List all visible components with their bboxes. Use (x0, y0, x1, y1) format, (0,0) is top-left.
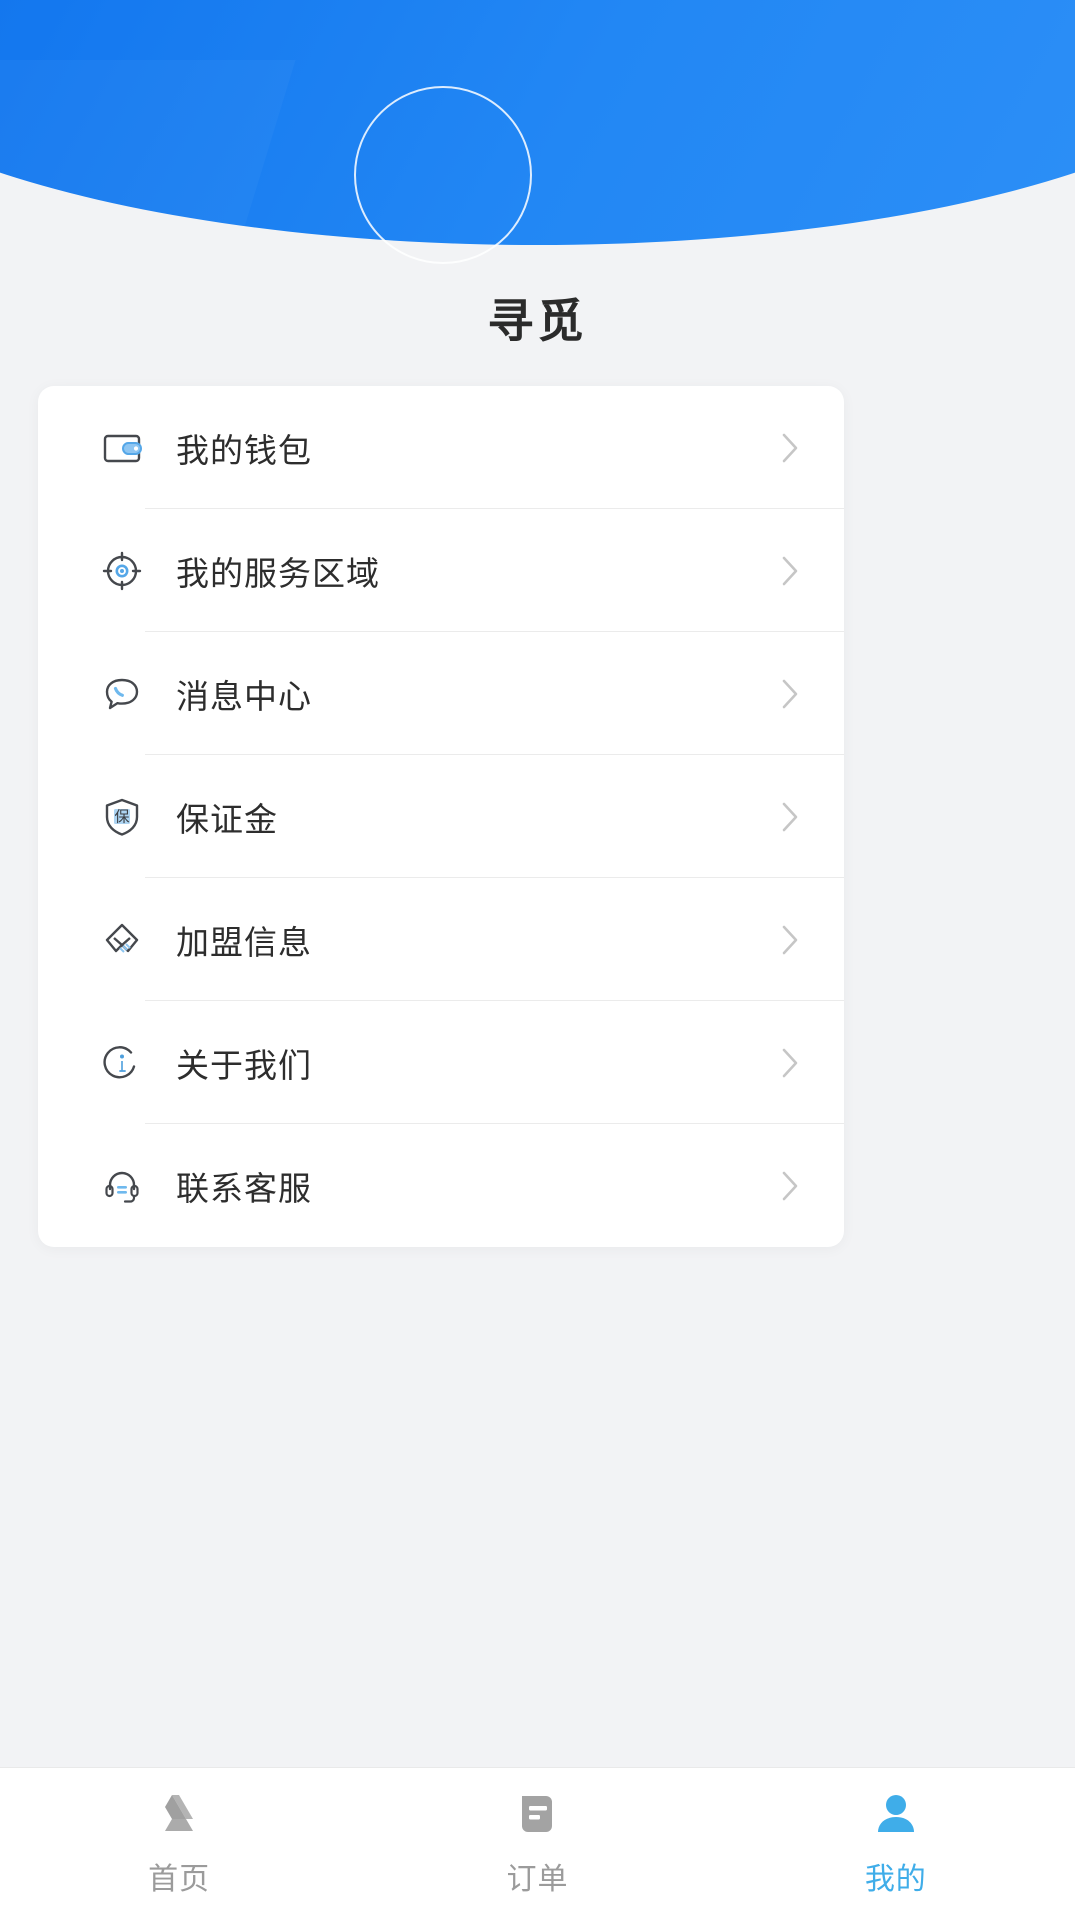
tab-label: 我的 (864, 1862, 927, 1896)
app-screen: 寻觅 我的钱包 我的服务区域 消息中心 保 保证金 加盟信息 关于我们 联系客服… (0, 0, 1075, 1915)
menu-item-label: 联系客服 (176, 1169, 312, 1207)
header-banner (0, 0, 1075, 430)
chevron-right-icon (782, 802, 798, 831)
person-icon (868, 1786, 924, 1842)
menu-item-service-area[interactable]: 我的服务区域 (38, 509, 844, 632)
document-icon (509, 1786, 565, 1842)
chat-bubble-icon (100, 672, 144, 716)
chevron-right-icon (782, 925, 798, 954)
target-icon (100, 549, 144, 593)
handshake-icon (100, 918, 144, 962)
menu-item-franchise[interactable]: 加盟信息 (38, 878, 844, 1001)
menu-item-about-us[interactable]: 关于我们 (38, 1001, 844, 1124)
info-icon (100, 1041, 144, 1085)
header-blue-curve (0, 0, 1075, 245)
shield-bao-icon: 保 (100, 795, 144, 839)
tab-mine[interactable]: 我的 (717, 1768, 1075, 1915)
chevron-right-icon (782, 679, 798, 708)
chevron-right-icon (782, 1171, 798, 1200)
svg-text:保: 保 (114, 808, 129, 825)
tab-orders[interactable]: 订单 (358, 1768, 716, 1915)
menu-item-label: 消息中心 (176, 677, 312, 715)
menu-item-label: 我的钱包 (176, 431, 312, 469)
home-triangle-icon (151, 1786, 207, 1842)
menu-item-label: 加盟信息 (176, 923, 312, 961)
menu-item-label: 关于我们 (176, 1046, 312, 1084)
page-title: 寻觅 (487, 295, 588, 347)
headset-icon (100, 1164, 144, 1208)
menu-card: 我的钱包 我的服务区域 消息中心 保 保证金 加盟信息 关于我们 联系客服 (38, 386, 844, 1247)
tab-label: 订单 (506, 1862, 569, 1896)
menu-item-customer-service[interactable]: 联系客服 (38, 1124, 844, 1247)
bottom-tab-bar: 首页 订单 我的 (0, 1767, 1075, 1915)
chevron-right-icon (782, 1048, 798, 1077)
header-facet-left (0, 60, 296, 430)
chevron-right-icon (782, 556, 798, 585)
tab-home[interactable]: 首页 (0, 1768, 358, 1915)
tab-label: 首页 (148, 1862, 211, 1896)
wallet-icon (100, 426, 144, 470)
menu-item-label: 我的服务区域 (176, 554, 380, 592)
menu-item-label: 保证金 (176, 800, 278, 838)
menu-item-deposit[interactable]: 保 保证金 (38, 755, 844, 878)
avatar[interactable] (354, 86, 532, 264)
menu-item-message-center[interactable]: 消息中心 (38, 632, 844, 755)
chevron-right-icon (782, 433, 798, 462)
menu-item-wallet[interactable]: 我的钱包 (38, 386, 844, 509)
